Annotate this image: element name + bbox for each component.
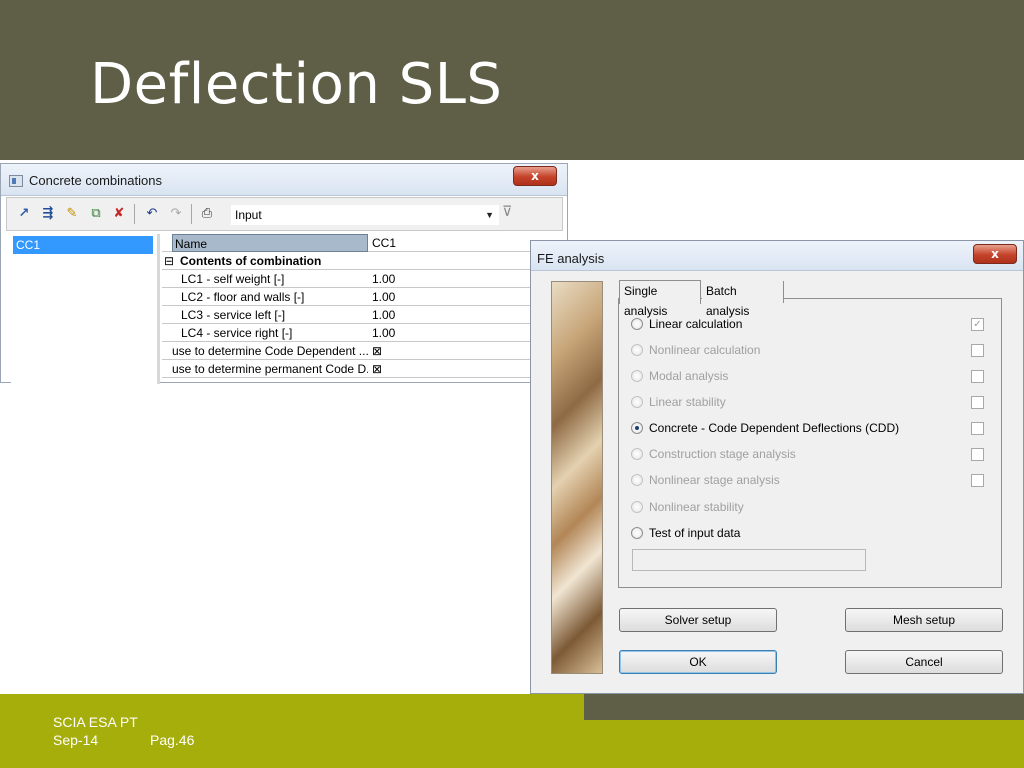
grid-label-name: Name <box>172 234 368 252</box>
close-icon: x <box>531 169 539 183</box>
grid-label: LC2 - floor and walls [-] <box>181 290 305 304</box>
window-icon <box>9 175 23 187</box>
edit-icon[interactable]: ✎ <box>63 205 81 223</box>
redo-icon[interactable]: ↷ <box>167 205 185 223</box>
radio-button[interactable] <box>631 527 643 539</box>
grid-section-header: Contents of combination <box>180 254 322 268</box>
info-textbox <box>632 549 866 571</box>
fe-window-title: FE analysis <box>537 251 605 266</box>
footer-page-number: Pag.46 <box>150 732 195 748</box>
option-label: Nonlinear calculation <box>649 343 761 357</box>
grid-label: LC1 - self weight [-] <box>181 272 285 286</box>
radio-button[interactable] <box>631 474 643 486</box>
title-band: Deflection SLS <box>0 0 1024 160</box>
toolbar-separator <box>134 204 135 224</box>
tab-single-analysis[interactable]: Single analysis <box>619 280 701 318</box>
grid-label: use to determine Code Dependent ... <box>172 344 368 358</box>
grid-row-contents: ⊟ Contents of combination <box>162 252 568 270</box>
grid-label: use to determine permanent Code D... <box>172 362 368 376</box>
radio-button[interactable] <box>631 396 643 408</box>
mesh-setup-button[interactable]: Mesh setup <box>845 608 1003 632</box>
grid-row-name[interactable]: Name CC1 <box>162 234 568 252</box>
footer-company: SCIA ESA PT <box>53 714 138 730</box>
option-label: Concrete - Code Dependent Deflections (C… <box>649 421 900 435</box>
print-icon[interactable]: ⎙ <box>198 205 216 223</box>
option-label: Nonlinear stability <box>649 500 744 514</box>
slide-title: Deflection SLS <box>90 52 503 117</box>
concrete-combinations-window: Concrete combinations x ↗ ⇶ ✎ ⧉ ✘ ↶ ↷ ⎙ … <box>0 163 568 384</box>
slide: Deflection SLS Concrete combinations x ↗… <box>0 0 1024 768</box>
fe-titlebar[interactable]: FE analysis x <box>531 241 1023 271</box>
checkbox-modal-analysis[interactable] <box>971 370 984 383</box>
new-icon[interactable]: ↗ <box>15 205 33 223</box>
cc-window-title: Concrete combinations <box>29 173 162 188</box>
combination-list: CC1 <box>11 234 157 384</box>
delete-icon[interactable]: ✘ <box>110 205 128 223</box>
checkbox-concrete-cdd[interactable] <box>971 422 984 435</box>
grid-label: LC4 - service right [-] <box>181 326 293 340</box>
option-label: Nonlinear stage analysis <box>649 473 780 487</box>
option-label: Construction stage analysis <box>649 447 796 461</box>
grid-row[interactable]: LC2 - floor and walls [-] 1.00 <box>162 288 568 306</box>
ok-button[interactable]: OK <box>619 650 777 674</box>
checkbox-construction-stage[interactable] <box>971 448 984 461</box>
radio-button[interactable] <box>631 501 643 513</box>
decorative-image <box>551 281 603 674</box>
fe-close-button[interactable]: x <box>973 244 1017 264</box>
grid-row[interactable]: LC4 - service right [-] 1.00 <box>162 324 568 342</box>
checkbox-linear-calculation[interactable]: ✓ <box>971 318 984 331</box>
close-icon: x <box>991 247 999 261</box>
tab-batch-analysis[interactable]: Batch analysis <box>702 281 784 318</box>
option-label: Test of input data <box>649 526 741 540</box>
filter-icon[interactable]: ⊽ <box>502 204 520 224</box>
list-item-selected[interactable]: CC1 <box>13 236 153 254</box>
view-combo-value: Input <box>235 208 262 222</box>
splitter[interactable] <box>157 234 160 384</box>
undo-icon[interactable]: ↶ <box>143 205 161 223</box>
radio-button[interactable] <box>631 448 643 460</box>
toolbar-separator <box>191 204 192 224</box>
radio-button[interactable] <box>631 370 643 382</box>
footer-accent <box>584 694 1024 720</box>
grid-row[interactable]: LC3 - service left [-] 1.00 <box>162 306 568 324</box>
view-combo[interactable]: Input ▼ <box>231 205 499 225</box>
checkbox-linear-stability[interactable] <box>971 396 984 409</box>
properties-icon[interactable]: ⇶ <box>39 205 57 223</box>
radio-button-selected[interactable] <box>631 422 643 434</box>
grid-row[interactable]: use to determine permanent Code D... ⊠ <box>162 360 568 378</box>
cc-titlebar[interactable]: Concrete combinations x <box>1 164 567 196</box>
radio-button[interactable] <box>631 344 643 356</box>
cc-close-button[interactable]: x <box>513 166 557 186</box>
cc-toolbar: ↗ ⇶ ✎ ⧉ ✘ ↶ ↷ ⎙ Input ▼ ⊽ <box>6 197 563 231</box>
grid-row[interactable]: use to determine Code Dependent ... ⊠ <box>162 342 568 360</box>
footer-date: Sep-14 <box>53 732 99 748</box>
option-label: Modal analysis <box>649 369 729 383</box>
checkbox-nonlinear-stage[interactable] <box>971 474 984 487</box>
option-label: Linear stability <box>649 395 726 409</box>
grid-row[interactable]: LC1 - self weight [-] 1.00 <box>162 270 568 288</box>
copy-icon[interactable]: ⧉ <box>87 205 105 223</box>
grid-label: LC3 - service left [-] <box>181 308 286 322</box>
solver-setup-button[interactable]: Solver setup <box>619 608 777 632</box>
checkbox-nonlinear-calculation[interactable] <box>971 344 984 357</box>
fe-analysis-dialog: FE analysis x Single analysis Batch anal… <box>530 240 1024 694</box>
chevron-down-icon: ▼ <box>485 210 494 220</box>
cancel-button[interactable]: Cancel <box>845 650 1003 674</box>
collapse-icon[interactable]: ⊟ <box>164 252 178 270</box>
